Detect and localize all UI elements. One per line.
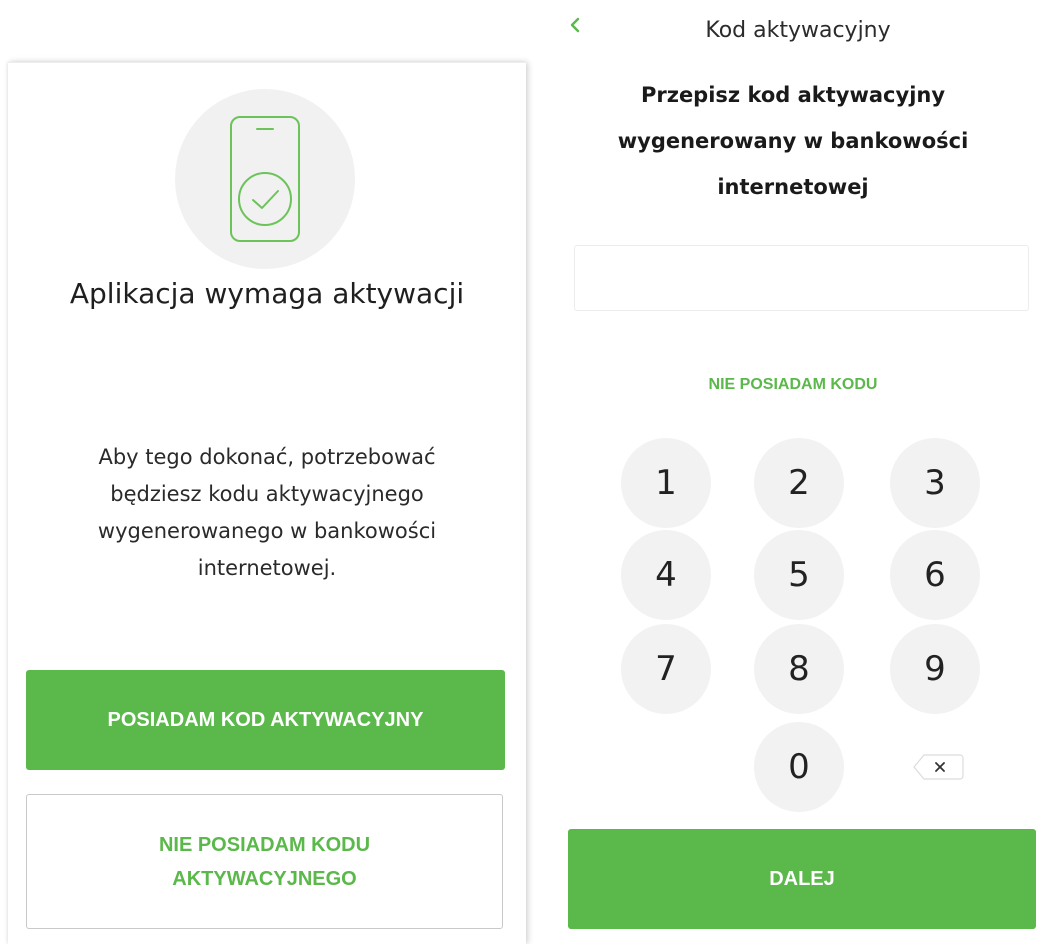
activation-code-input[interactable]	[574, 245, 1029, 311]
activation-code-screen: Kod aktywacyjny Przepisz kod aktywacyjny…	[538, 0, 1047, 943]
keypad-key-7[interactable]: 7	[621, 624, 711, 714]
keypad-key-1[interactable]: 1	[621, 438, 711, 528]
keypad-key-5[interactable]: 5	[754, 530, 844, 620]
keypad-key-3[interactable]: 3	[890, 438, 980, 528]
phone-check-icon	[230, 116, 300, 242]
illustration-circle	[175, 89, 355, 269]
no-code-link[interactable]: NIE POSIADAM KODU	[578, 376, 1008, 394]
page-title: Aplikacja wymaga aktywacji	[69, 277, 465, 310]
keypad-key-4[interactable]: 4	[621, 530, 711, 620]
activation-description: Aby tego dokonać, potrzebować będziesz k…	[97, 445, 437, 580]
keypad-key-2[interactable]: 2	[754, 438, 844, 528]
keypad-key-0[interactable]: 0	[754, 722, 844, 812]
keypad-key-6[interactable]: 6	[890, 530, 980, 620]
activation-required-screen: Aplikacja wymaga aktywacji Aby tego doko…	[8, 62, 526, 944]
backspace-icon[interactable]	[912, 752, 966, 782]
instruction-text: Przepisz kod aktywacyjny wygenerowany w …	[617, 83, 969, 199]
keypad-key-9[interactable]: 9	[890, 624, 980, 714]
keypad-key-8[interactable]: 8	[754, 624, 844, 714]
have-activation-code-button[interactable]: POSIADAM KOD AKTYWACYJNY	[26, 670, 505, 770]
no-activation-code-button[interactable]: NIE POSIADAM KODU AKTYWACYJNEGO	[26, 794, 503, 929]
chevron-left-icon[interactable]	[568, 16, 582, 34]
next-button[interactable]: DALEJ	[568, 829, 1036, 929]
header-title: Kod aktywacyjny	[705, 18, 891, 43]
